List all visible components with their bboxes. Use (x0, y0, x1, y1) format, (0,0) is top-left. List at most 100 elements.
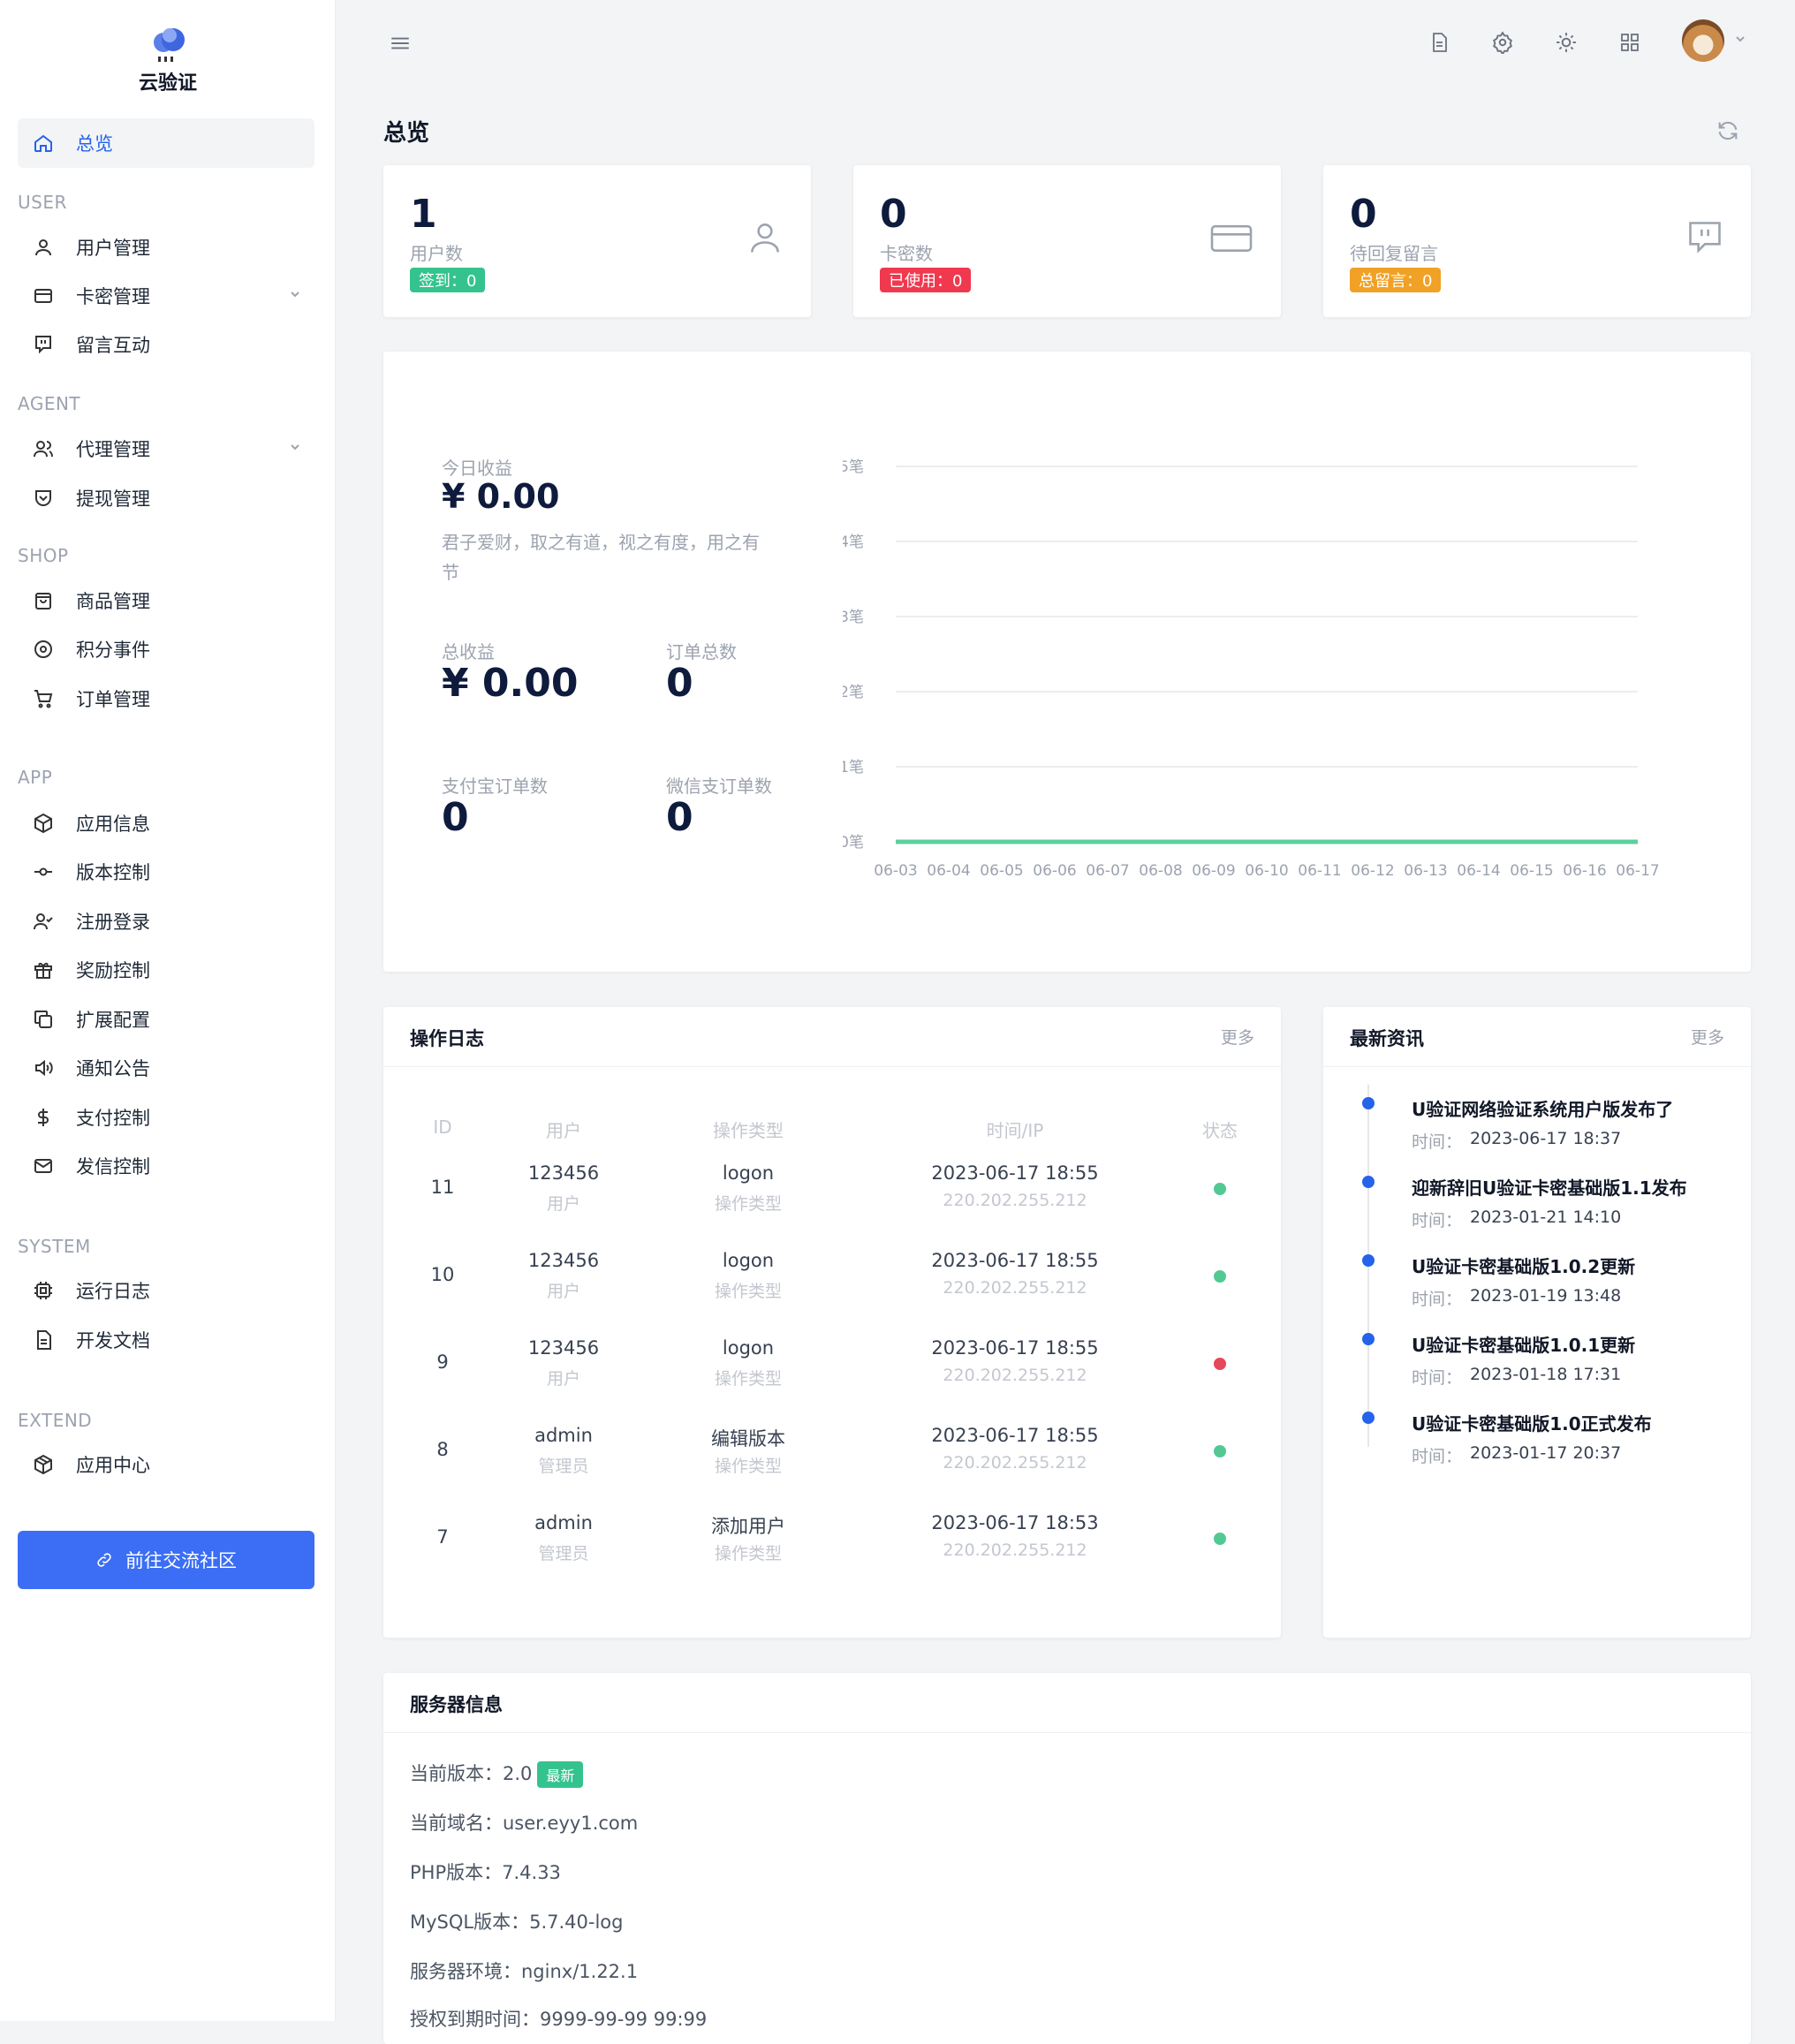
status-dot (1214, 1358, 1226, 1370)
stat-card-cards: 0 卡密数 已使用：0 (853, 165, 1281, 317)
alipay-label: 支付宝订单数 (442, 772, 548, 798)
row-ip: 220.202.255.212 (943, 1191, 1087, 1210)
row-user: 123456 (528, 1337, 599, 1359)
app-name: 云验证 (0, 67, 336, 95)
stat-value: 0 (880, 192, 907, 237)
sidebar-item-withdraw[interactable]: 提现管理 (18, 473, 314, 523)
sidebar-item-version[interactable]: 版本控制 (18, 847, 314, 897)
x-tick-label: 06-07 (1086, 862, 1129, 880)
sun-icon[interactable] (1550, 26, 1582, 58)
x-tick-label: 06-06 (1033, 862, 1076, 880)
cloud-logo-icon (146, 25, 190, 64)
stat-label: 用户数 (410, 239, 463, 265)
news-time: 2023-01-18 17:31 (1470, 1365, 1621, 1384)
x-tick-label: 06-10 (1245, 862, 1288, 880)
news-title[interactable]: U验证网络验证系统用户版发布了 (1412, 1095, 1673, 1121)
commit-icon (30, 859, 57, 885)
row-time: 2023-06-17 18:53 (931, 1512, 1098, 1533)
sidebar-item-messages[interactable]: 留言互动 (18, 320, 314, 369)
card-title: 最新资讯 (1350, 1025, 1424, 1051)
refresh-icon[interactable] (1715, 118, 1740, 147)
sidebar-item-overview[interactable]: 总览 (18, 118, 314, 168)
sidebar-item-run-log[interactable]: 运行日志 (18, 1266, 314, 1315)
today-revenue-value: ¥ 0.00 (442, 477, 559, 516)
sidebar-item-label: 版本控制 (76, 859, 150, 885)
sidebar-item-orders[interactable]: 订单管理 (18, 674, 314, 723)
message-icon (30, 331, 57, 358)
sidebar-item-agent-management[interactable]: 代理管理 (18, 424, 314, 473)
more-link[interactable]: 更多 (1221, 1025, 1254, 1048)
news-time: 2023-01-17 20:37 (1470, 1443, 1621, 1463)
y-tick-label: 2笔 (843, 684, 864, 701)
stat-card-messages: 0 待回复留言 总留言：0 (1323, 165, 1751, 317)
x-tick-label: 06-05 (980, 862, 1023, 880)
sidebar-item-app-center[interactable]: 应用中心 (18, 1440, 314, 1489)
community-button[interactable]: 前往交流社区 (18, 1531, 314, 1589)
section-shop: SHOP (18, 545, 69, 566)
news-title[interactable]: 迎新辞旧U验证卡密基础版1.1发布 (1412, 1174, 1687, 1200)
section-user: USER (18, 192, 67, 213)
row-user-role: 管理员 (538, 1453, 588, 1477)
row-op-label: 操作类型 (715, 1453, 782, 1477)
row-time: 2023-06-17 18:55 (931, 1425, 1098, 1446)
row-id: 11 (431, 1177, 455, 1198)
users-icon (30, 435, 57, 462)
sidebar-item-mail[interactable]: 发信控制 (18, 1141, 314, 1191)
sidebar-item-rewards[interactable]: 奖励控制 (18, 945, 314, 995)
sidebar-item-app-info[interactable]: 应用信息 (18, 799, 314, 848)
news-time-label: 时间： (1412, 1207, 1462, 1231)
stat-value: 1 (410, 192, 437, 237)
sidebar: 云验证 总览 USER 用户管理 卡密管理 留言互动 AGENT 代理管理 提现… (0, 0, 336, 2021)
sidebar-item-label: 总览 (76, 130, 113, 156)
sidebar-item-extensions[interactable]: 扩展配置 (18, 995, 314, 1044)
sidebar-item-notices[interactable]: 通知公告 (18, 1043, 314, 1093)
cpu-icon (30, 1277, 57, 1304)
stat-label: 待回复留言 (1350, 239, 1438, 265)
bag-icon (30, 587, 57, 614)
avatar[interactable] (1682, 19, 1724, 62)
more-link[interactable]: 更多 (1691, 1025, 1724, 1048)
server-domain: 当前域名：user.eyy1.com (410, 1809, 638, 1836)
sidebar-item-dev-docs[interactable]: 开发文档 (18, 1315, 314, 1365)
row-ip: 220.202.255.212 (943, 1453, 1087, 1472)
row-user-role: 用户 (547, 1278, 580, 1302)
row-user: 123456 (528, 1162, 599, 1184)
row-op: 编辑版本 (711, 1425, 785, 1451)
chevron-down-icon[interactable] (1733, 32, 1747, 49)
document-icon[interactable] (1423, 26, 1455, 58)
news-title[interactable]: U验证卡密基础版1.0.1更新 (1412, 1331, 1635, 1357)
status-dot (1214, 1533, 1226, 1545)
home-icon (30, 130, 57, 156)
revenue-card: 今日收益 ¥ 0.00 君子爱财，取之有道，视之有度，用之有 节 总收益 ¥ 0… (383, 352, 1751, 972)
sidebar-item-products[interactable]: 商品管理 (18, 576, 314, 625)
grid-icon[interactable] (1614, 26, 1646, 58)
col-id: ID (433, 1117, 451, 1138)
menu-toggle-icon[interactable] (389, 32, 412, 58)
sidebar-item-register-login[interactable]: 注册登录 (18, 897, 314, 946)
row-user-role: 用户 (547, 1366, 580, 1389)
sidebar-item-user-management[interactable]: 用户管理 (18, 223, 314, 272)
link-icon (95, 1551, 113, 1569)
stat-label: 卡密数 (880, 239, 933, 265)
gear-icon[interactable] (1487, 26, 1519, 58)
timeline-dot (1362, 1097, 1375, 1109)
row-user: admin (534, 1512, 593, 1533)
sidebar-item-card-management[interactable]: 卡密管理 (18, 271, 314, 321)
alipay-value: 0 (442, 795, 469, 840)
x-tick-label: 06-12 (1351, 862, 1394, 880)
wechat-value: 0 (666, 795, 693, 840)
sidebar-item-payment[interactable]: 支付控制 (18, 1093, 314, 1142)
sidebar-item-points[interactable]: 积分事件 (18, 625, 314, 674)
status-badge: 总留言：0 (1350, 268, 1441, 292)
shield-icon (30, 485, 57, 511)
x-tick-label: 06-11 (1298, 862, 1341, 880)
row-time: 2023-06-17 18:55 (931, 1162, 1098, 1184)
row-user: admin (534, 1425, 593, 1446)
news-time: 2023-01-19 13:48 (1470, 1286, 1621, 1306)
motto-line1: 君子爱财，取之有道，视之有度，用之有 (442, 528, 760, 554)
logo[interactable]: 云验证 (0, 25, 336, 95)
server-mysql: MySQL版本：5.7.40-log (410, 1908, 624, 1934)
news-title[interactable]: U验证卡密基础版1.0正式发布 (1412, 1410, 1652, 1435)
news-title[interactable]: U验证卡密基础版1.0.2更新 (1412, 1253, 1635, 1278)
row-op-label: 操作类型 (715, 1366, 782, 1389)
